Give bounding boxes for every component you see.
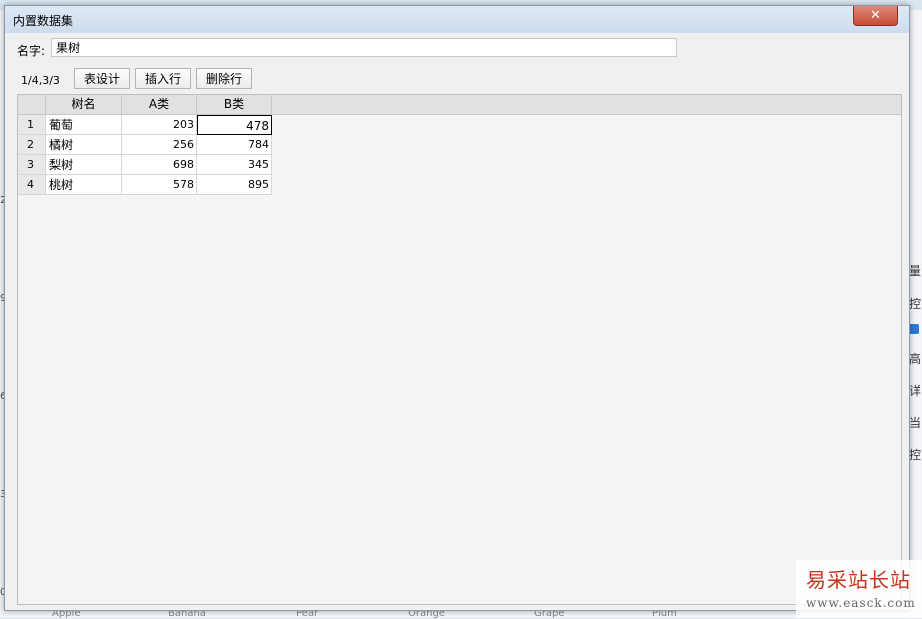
close-button[interactable]: ✕ xyxy=(853,6,898,26)
row-number[interactable]: 1 xyxy=(18,115,46,135)
cell-tree-name[interactable]: 梨树 xyxy=(46,155,122,175)
insert-row-button[interactable]: 插入行 xyxy=(135,68,191,89)
close-icon: ✕ xyxy=(870,8,881,23)
data-grid[interactable]: 树名 A类 B类 1 葡萄 203 478 2 橘树 256 784 3 梨树 … xyxy=(17,94,902,605)
cell-tree-name[interactable]: 桃树 xyxy=(46,175,122,195)
watermark-url: www.easck.com xyxy=(806,596,916,610)
row-col-indicator: 1/4,3/3 xyxy=(21,74,60,87)
panel-glyph: 高 xyxy=(909,352,922,366)
watermark-brand: 易采站长站 xyxy=(806,568,911,592)
panel-glyph: 详 xyxy=(909,384,922,398)
header-cell-tree-name[interactable]: 树名 xyxy=(46,95,122,114)
grid-header: 树名 A类 B类 xyxy=(18,95,901,115)
cell-tree-name[interactable]: 葡萄 xyxy=(46,115,122,135)
watermark: 易采站长站 www.easck.com xyxy=(796,560,922,618)
panel-glyph: 控 xyxy=(909,297,922,311)
cell-a[interactable]: 203 xyxy=(122,115,197,135)
row-number[interactable]: 2 xyxy=(18,135,46,155)
header-cell-b[interactable]: B类 xyxy=(197,95,272,114)
cell-a[interactable]: 256 xyxy=(122,135,197,155)
row-number[interactable]: 3 xyxy=(18,155,46,175)
header-cell-a[interactable]: A类 xyxy=(122,95,197,114)
panel-glyph: 量 xyxy=(909,264,922,278)
cell-tree-name[interactable]: 橘树 xyxy=(46,135,122,155)
cell-b[interactable]: 895 xyxy=(197,175,272,195)
dialog-title: 内置数据集 xyxy=(13,14,74,28)
header-cell-rownum xyxy=(18,95,46,114)
name-input[interactable] xyxy=(51,38,677,57)
cell-b-selected[interactable]: 478 xyxy=(197,115,272,135)
builtin-dataset-dialog: 内置数据集 ✕ 名字: 1/4,3/3 表设计 插入行 删除行 树名 A类 B类… xyxy=(4,5,910,611)
panel-glyph: 控 xyxy=(909,448,922,462)
cell-b[interactable]: 784 xyxy=(197,135,272,155)
table-design-button[interactable]: 表设计 xyxy=(74,68,130,89)
delete-row-button[interactable]: 删除行 xyxy=(196,68,252,89)
row-number[interactable]: 4 xyxy=(18,175,46,195)
checkbox-icon[interactable] xyxy=(909,324,919,334)
dialog-titlebar[interactable]: 内置数据集 ✕ xyxy=(5,6,909,33)
cell-a[interactable]: 578 xyxy=(122,175,197,195)
cell-b[interactable]: 345 xyxy=(197,155,272,175)
name-label: 名字: xyxy=(17,44,46,58)
background-property-panel: 量 控 高 详 当 控 xyxy=(908,10,922,618)
cell-a[interactable]: 698 xyxy=(122,155,197,175)
dialog-content: 名字: 1/4,3/3 表设计 插入行 删除行 树名 A类 B类 1 葡萄 20… xyxy=(11,34,902,605)
panel-glyph: 当 xyxy=(909,416,922,430)
